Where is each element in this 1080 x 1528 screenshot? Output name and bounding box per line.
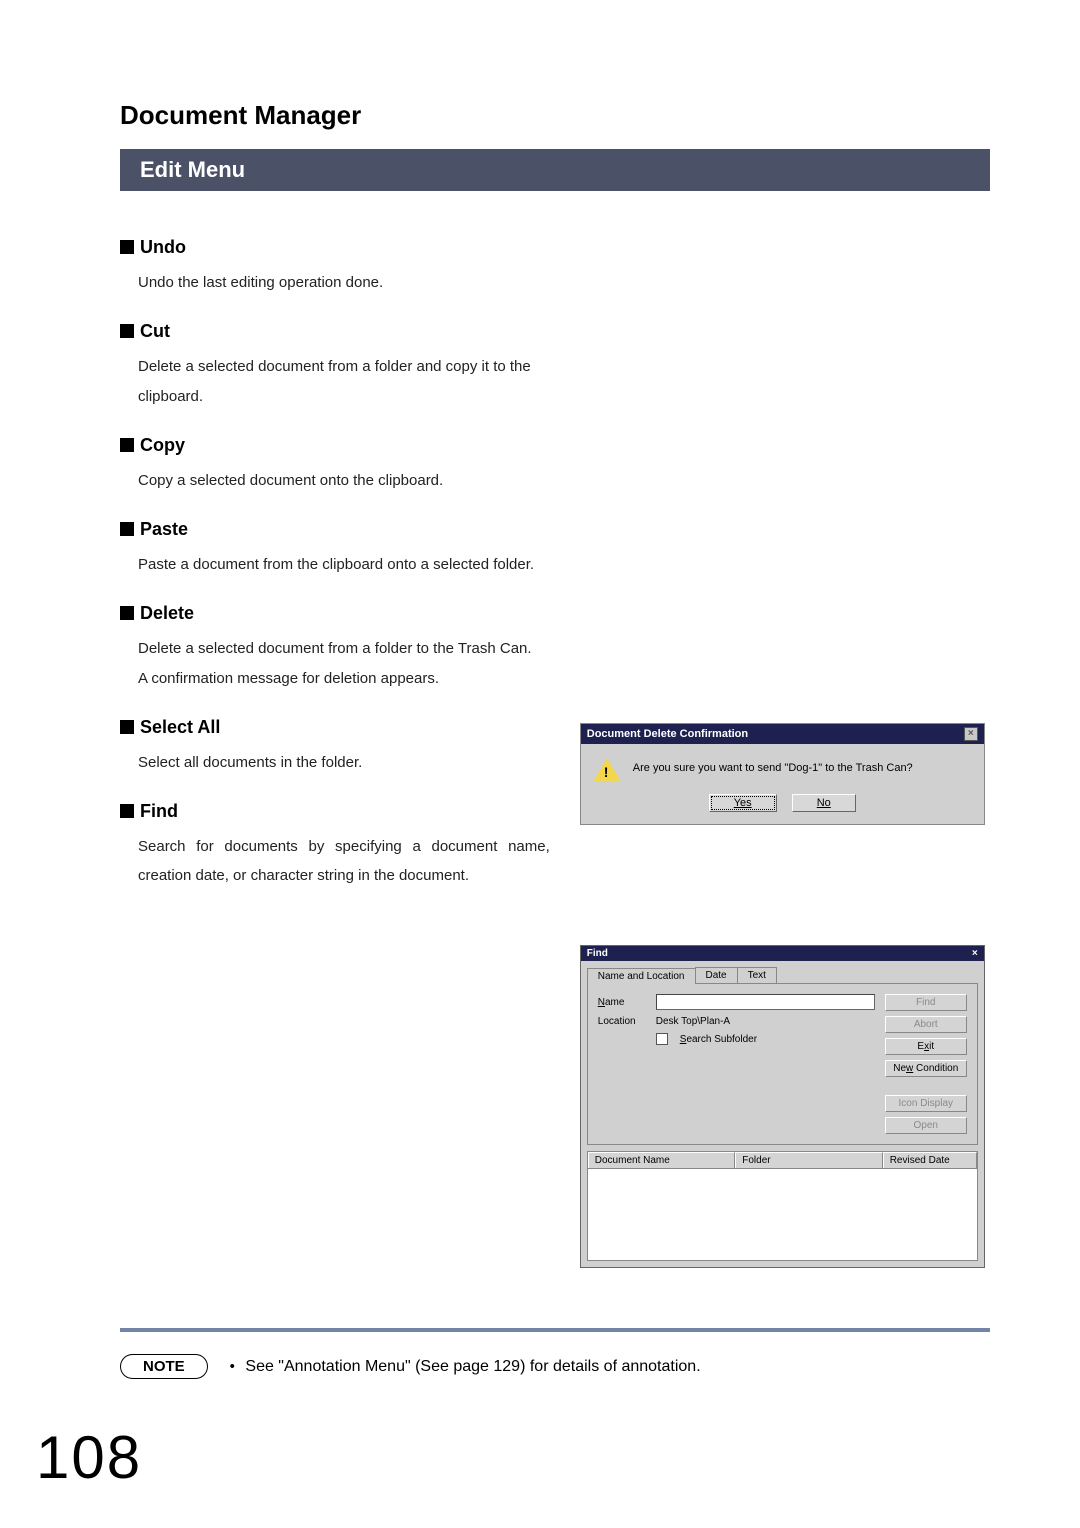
text-undo: Undo the last editing operation done.	[138, 268, 550, 297]
search-subfolder-label: Search Subfolder	[680, 1034, 757, 1045]
icon-display-button[interactable]: Icon Display	[885, 1095, 967, 1112]
text-copy: Copy a selected document onto the clipbo…	[138, 466, 550, 495]
close-icon[interactable]: ×	[964, 727, 978, 741]
note-text: • See "Annotation Menu" (See page 129) f…	[230, 1358, 701, 1376]
heading-copy: Copy	[120, 435, 550, 456]
search-subfolder-checkbox[interactable]	[656, 1033, 668, 1045]
tab-name-location[interactable]: Name and Location	[587, 968, 696, 984]
heading-paste: Paste	[120, 519, 550, 540]
bullet-icon	[120, 438, 134, 452]
text-find: Search for documents by specifying a doc…	[138, 832, 550, 891]
open-button[interactable]: Open	[885, 1117, 967, 1134]
tab-date[interactable]: Date	[695, 967, 738, 983]
dialog-message: Are you sure you want to send "Dog-1" to…	[633, 758, 913, 774]
col-folder[interactable]: Folder	[735, 1152, 882, 1168]
no-button[interactable]: No	[792, 794, 856, 812]
bullet-icon	[120, 720, 134, 734]
bullet-icon	[120, 804, 134, 818]
find-button[interactable]: Find	[885, 994, 967, 1011]
abort-button[interactable]: Abort	[885, 1016, 967, 1033]
text-paste: Paste a document from the clipboard onto…	[138, 550, 550, 579]
page-title: Document Manager	[120, 100, 990, 131]
dialog-find: Find × Name and Location Date Text NName…	[580, 945, 985, 1268]
close-icon[interactable]: ×	[972, 948, 978, 959]
name-label: NNameame	[598, 997, 648, 1008]
exit-button[interactable]: ExitExit	[885, 1038, 967, 1055]
page-number: 108	[36, 1423, 142, 1492]
dialog-find-title: Find	[587, 948, 608, 959]
dialog-delete-confirm: Document Delete Confirmation × Are you s…	[580, 723, 985, 825]
text-cut: Delete a selected document from a folder…	[138, 352, 550, 411]
text-selectall: Select all documents in the folder.	[138, 748, 550, 777]
heading-find: Find	[120, 801, 550, 822]
dialog-title: Document Delete Confirmation	[587, 728, 748, 740]
heading-cut: Cut	[120, 321, 550, 342]
results-header: Document Name Folder Revised Date	[587, 1151, 978, 1169]
note-badge: NOTE	[120, 1354, 208, 1379]
location-label: Location	[598, 1016, 648, 1027]
warning-icon	[593, 758, 621, 782]
location-value: Desk Top\Plan-A	[656, 1016, 730, 1027]
text-delete-2: A confirmation message for deletion appe…	[138, 664, 550, 693]
bullet-icon	[120, 240, 134, 254]
heading-undo: Undo	[120, 237, 550, 258]
bullet-icon	[120, 324, 134, 338]
text-delete-1: Delete a selected document from a folder…	[138, 634, 550, 663]
col-revised-date[interactable]: Revised Date	[883, 1152, 977, 1168]
section-heading: Edit Menu	[120, 149, 990, 191]
col-document-name[interactable]: Document Name	[588, 1152, 735, 1168]
divider	[120, 1328, 990, 1332]
bullet-icon	[120, 606, 134, 620]
tab-text[interactable]: Text	[737, 967, 777, 983]
heading-selectall: Select All	[120, 717, 550, 738]
new-condition-button[interactable]: New ConditionNew Condition	[885, 1060, 967, 1077]
heading-delete: Delete	[120, 603, 550, 624]
results-list[interactable]	[587, 1169, 978, 1261]
bullet-icon	[120, 522, 134, 536]
name-input[interactable]	[656, 994, 875, 1010]
yes-button[interactable]: Yes	[709, 794, 777, 812]
